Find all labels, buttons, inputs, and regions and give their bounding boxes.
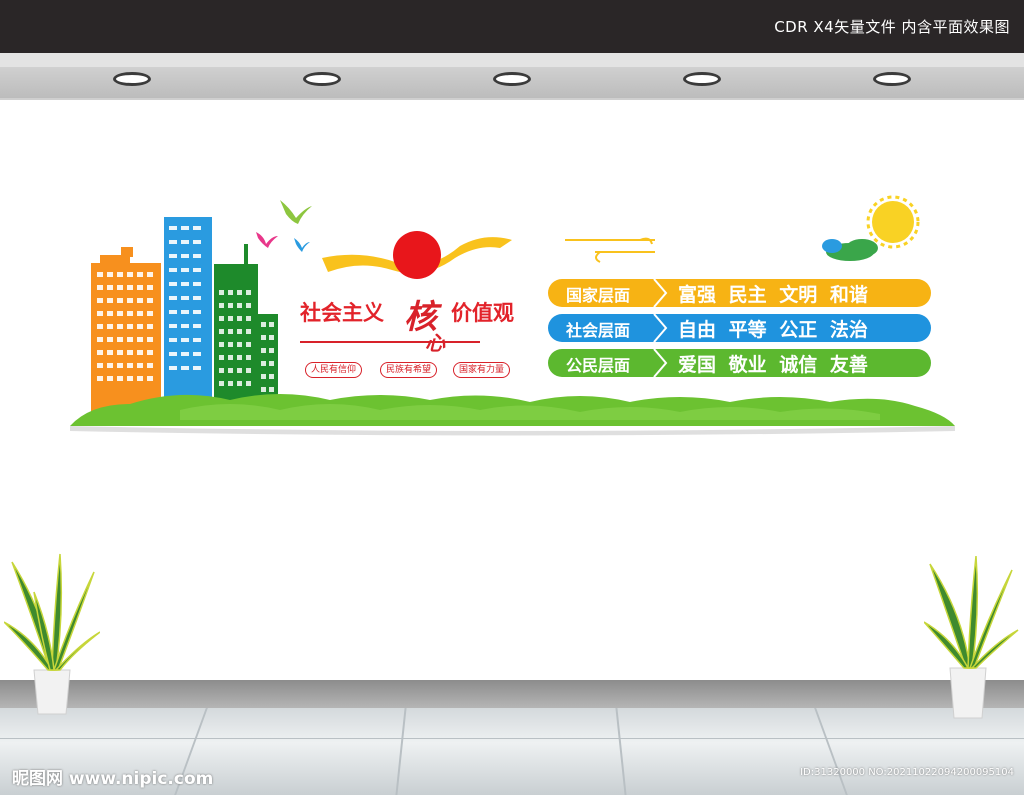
- panel-artwork: [70, 195, 955, 436]
- row-values: 富强 民主 文明 和谐: [678, 284, 868, 306]
- slogan-tag: 国家有力量: [453, 362, 511, 378]
- bird-icon: [256, 232, 278, 248]
- row-category: 国家层面: [566, 286, 631, 305]
- row-citizen: 公民层面 爱国 敬业 诚信 友善: [548, 349, 931, 377]
- row-national: 国家层面 富强 民主 文明 和谐: [548, 279, 931, 307]
- watermark-id: ID:31320000 NO:20211022094200095104: [800, 767, 1014, 778]
- red-sun-icon: [393, 231, 441, 279]
- bird-icon: [280, 200, 312, 224]
- title-values: 价值观: [451, 301, 514, 325]
- title-underline: [300, 341, 480, 343]
- orange-building-icon: [91, 247, 161, 413]
- cloud-icon: [822, 239, 878, 261]
- green-building-icon: [214, 244, 278, 413]
- chevron-right-icon: [653, 314, 668, 342]
- bird-icon: [294, 238, 310, 252]
- row-society: 社会层面 自由 平等 公正 法治: [548, 314, 931, 342]
- decorative-lines: [565, 237, 655, 263]
- chevron-right-icon: [653, 349, 668, 377]
- row-values: 爱国 敬业 诚信 友善: [678, 354, 868, 376]
- slogan-tag: 民族有希望: [380, 362, 438, 378]
- chevron-right-icon: [653, 279, 668, 307]
- baseboard: [0, 680, 1024, 708]
- slogan-tag: 人民有信仰: [305, 362, 363, 378]
- row-category: 社会层面: [566, 321, 631, 340]
- row-category: 公民层面: [566, 356, 631, 375]
- potted-plant-icon: [924, 556, 1019, 719]
- ground-shadow: [70, 426, 955, 436]
- sun-icon: [866, 195, 920, 249]
- blue-building-icon: [164, 217, 212, 413]
- watermark-site: 昵图网 www.nipic.com: [12, 769, 214, 789]
- potted-plant-icon: [4, 553, 100, 715]
- row-values: 自由 平等 公正 法治: [678, 319, 868, 341]
- title-socialism: 社会主义: [300, 301, 384, 325]
